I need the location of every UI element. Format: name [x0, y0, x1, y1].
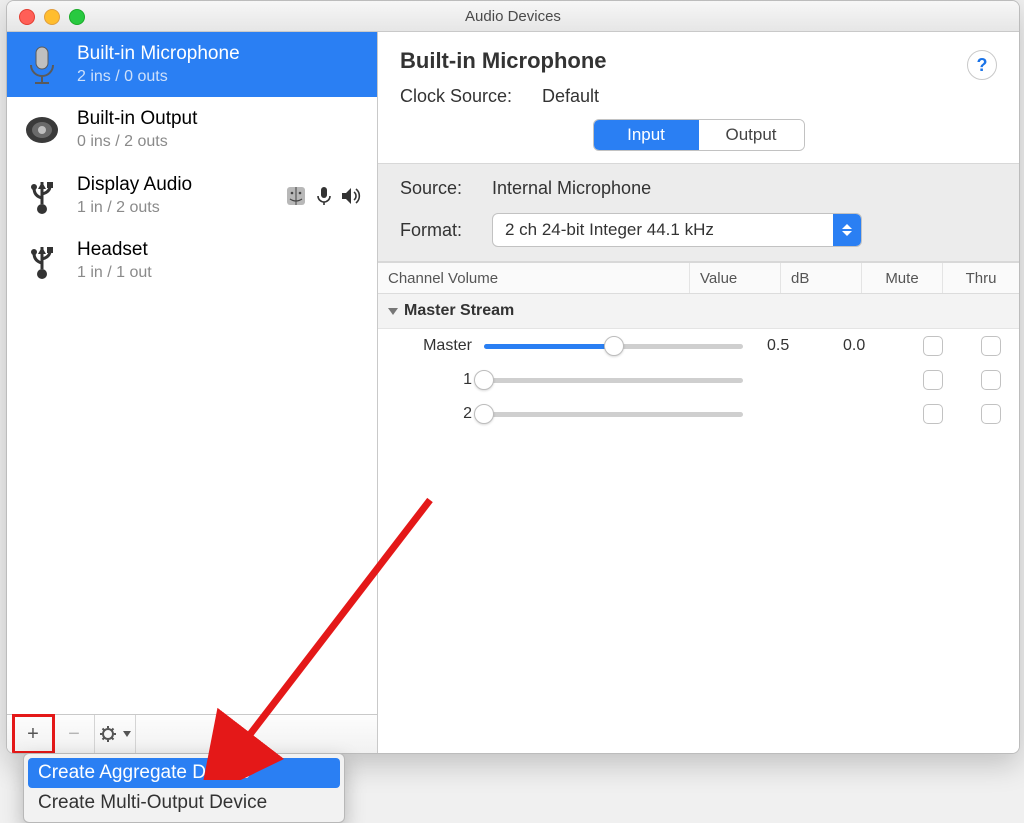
device-sub: 1 in / 1 out — [77, 263, 363, 284]
clock-source-label: Clock Source: — [400, 86, 530, 107]
channel-name: 1 — [378, 371, 484, 389]
device-name: Built-in Microphone — [77, 42, 363, 67]
format-select[interactable]: 2 ch 24-bit Integer 44.1 kHz — [492, 213, 862, 247]
thru-checkbox[interactable] — [963, 370, 1019, 390]
device-sub: 0 ins / 2 outs — [77, 132, 363, 153]
speaker-indicator-icon — [341, 185, 363, 207]
updown-icon — [833, 214, 861, 246]
device-indicators — [285, 185, 363, 207]
value-cell: 0.5 — [757, 337, 837, 355]
volume-slider[interactable] — [484, 412, 757, 417]
format-panel: Source: Internal Microphone Format: 2 ch… — [378, 164, 1019, 262]
channel-name: 2 — [378, 405, 484, 423]
th-value: Value — [690, 263, 781, 293]
th-thru: Thru — [943, 263, 1019, 293]
action-menu-button[interactable] — [95, 715, 136, 753]
sidebar-item-headset[interactable]: Headset 1 in / 1 out — [7, 228, 377, 293]
sidebar-item-built-in-microphone[interactable]: Built-in Microphone 2 ins / 0 outs — [7, 32, 377, 97]
table-row: 1 — [378, 363, 1019, 397]
zoom-icon[interactable] — [69, 9, 85, 25]
detail-title: Built-in Microphone — [400, 48, 997, 74]
speaker-icon — [21, 109, 63, 151]
chevron-down-icon — [123, 731, 131, 737]
mute-checkbox[interactable] — [903, 336, 963, 356]
device-list: Built-in Microphone 2 ins / 0 outs — [7, 32, 377, 714]
source-value: Internal Microphone — [492, 178, 651, 199]
window-title: Audio Devices — [465, 8, 561, 25]
usb-icon — [21, 240, 63, 282]
usb-icon — [21, 175, 63, 217]
traffic-lights — [19, 9, 85, 25]
menu-item-create-aggregate[interactable]: Create Aggregate Device — [28, 758, 340, 788]
table-row: 2 — [378, 397, 1019, 431]
device-sub: 2 ins / 0 outs — [77, 67, 363, 88]
main-panel: Built-in Microphone ? Clock Source: Defa… — [378, 32, 1019, 753]
channel-name: Master — [378, 337, 484, 355]
table-header: Channel Volume Value dB Mute Thru — [378, 263, 1019, 294]
add-device-popup: Create Aggregate Device Create Multi-Out… — [23, 753, 345, 823]
microphone-icon — [21, 44, 63, 86]
db-cell: 0.0 — [837, 337, 903, 355]
volume-slider[interactable] — [484, 344, 757, 349]
tab-output[interactable]: Output — [699, 120, 804, 150]
device-name: Display Audio — [77, 173, 271, 198]
thru-checkbox[interactable] — [963, 404, 1019, 424]
device-name: Built-in Output — [77, 107, 363, 132]
body: Built-in Microphone 2 ins / 0 outs — [7, 32, 1019, 753]
th-mute: Mute — [862, 263, 943, 293]
format-value: 2 ch 24-bit Integer 44.1 kHz — [505, 220, 714, 240]
group-label: Master Stream — [404, 302, 514, 320]
source-label: Source: — [400, 178, 480, 199]
thru-checkbox[interactable] — [963, 336, 1019, 356]
th-db: dB — [781, 263, 862, 293]
format-label: Format: — [400, 220, 480, 241]
window: Audio Devices — [6, 0, 1020, 754]
channel-table: Channel Volume Value dB Mute Thru Master… — [378, 262, 1019, 753]
close-icon[interactable] — [19, 9, 35, 25]
mute-checkbox[interactable] — [903, 404, 963, 424]
th-channel-volume: Channel Volume — [378, 263, 690, 293]
device-name: Headset — [77, 238, 363, 263]
io-segmented-control: Input Output — [593, 119, 805, 151]
remove-device-button[interactable]: − — [54, 715, 95, 753]
minimize-icon[interactable] — [44, 9, 60, 25]
disclosure-triangle-icon — [388, 308, 398, 315]
detail-header: Built-in Microphone ? Clock Source: Defa… — [378, 32, 1019, 164]
gear-icon — [99, 723, 121, 745]
sidebar-toolbar: + − — [7, 714, 377, 753]
sidebar-item-display-audio[interactable]: Display Audio 1 in / 2 outs — [7, 163, 377, 228]
sidebar: Built-in Microphone 2 ins / 0 outs — [7, 32, 378, 753]
clock-source-value: Default — [542, 86, 599, 107]
tab-input[interactable]: Input — [594, 120, 699, 150]
menu-item-create-multi-output[interactable]: Create Multi-Output Device — [28, 788, 340, 818]
titlebar: Audio Devices — [7, 1, 1019, 32]
mic-indicator-icon — [313, 185, 335, 207]
mute-checkbox[interactable] — [903, 370, 963, 390]
table-row: Master 0.5 0.0 — [378, 329, 1019, 363]
table-group[interactable]: Master Stream — [378, 294, 1019, 329]
device-sub: 1 in / 2 outs — [77, 198, 271, 219]
finder-icon — [285, 185, 307, 207]
sidebar-item-built-in-output[interactable]: Built-in Output 0 ins / 2 outs — [7, 97, 377, 162]
help-button[interactable]: ? — [967, 50, 997, 80]
add-device-button[interactable]: + — [13, 715, 54, 753]
volume-slider[interactable] — [484, 378, 757, 383]
